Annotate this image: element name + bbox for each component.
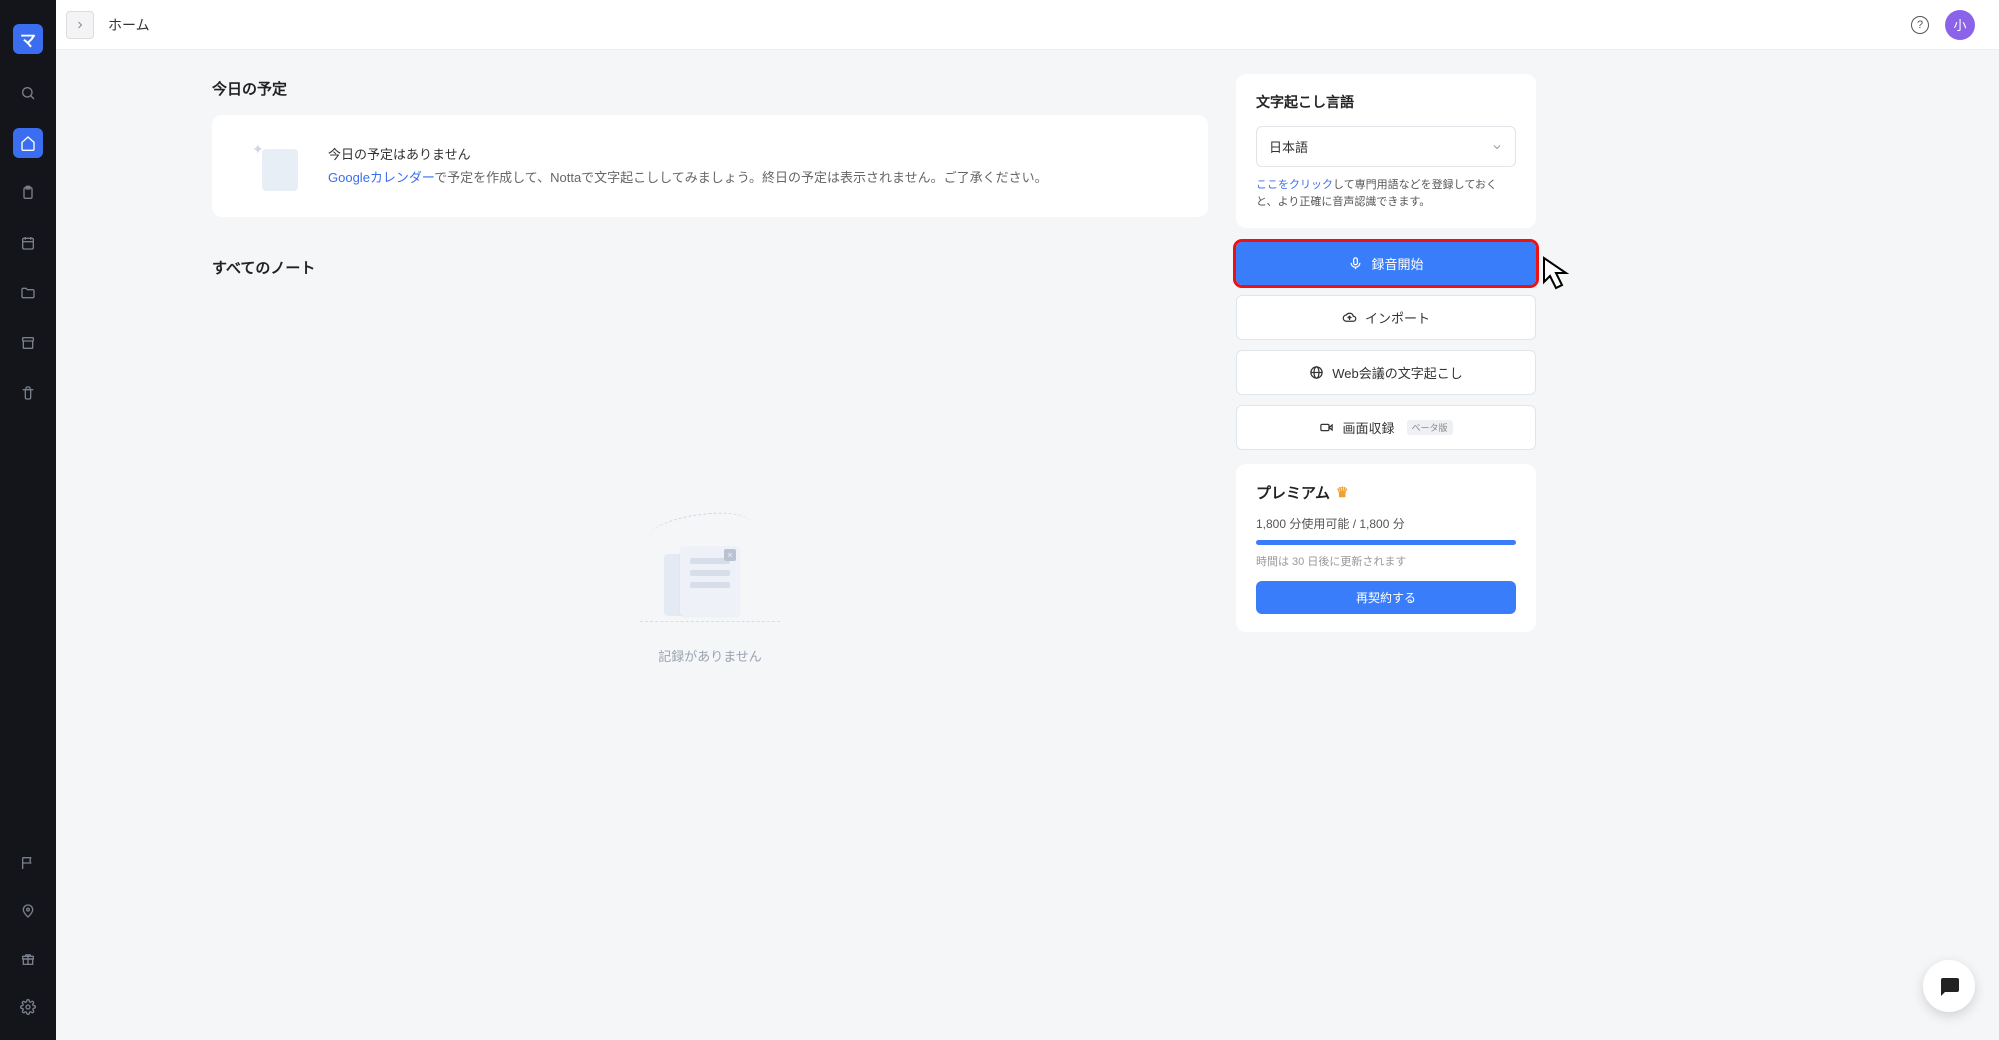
avatar[interactable]: 小	[1945, 10, 1975, 40]
screen-record-button[interactable]: 画面収録 ベータ版	[1236, 405, 1536, 450]
right-panel: 文字起こし言語 日本語 ここをクリックして専門用語などを登録しておくと、より正確…	[1236, 50, 1556, 1040]
premium-card: プレミアム ♛ 1,800 分使用可能 / 1,800 分 時間は 30 日後に…	[1236, 464, 1536, 632]
sidebar-nav-bottom	[13, 848, 43, 1040]
home-icon[interactable]	[13, 128, 43, 158]
start-recording-label: 録音開始	[1371, 254, 1423, 273]
schedule-text: 今日の予定はありません Googleカレンダーで予定を作成して、Nottaで文字…	[328, 143, 1048, 190]
gear-icon[interactable]	[13, 992, 43, 1022]
schedule-empty-line1: 今日の予定はありません	[328, 143, 1048, 166]
premium-title: プレミアム ♛	[1256, 482, 1516, 503]
chat-fab[interactable]	[1923, 960, 1975, 1012]
flag-icon[interactable]	[13, 848, 43, 878]
selected-language: 日本語	[1269, 137, 1308, 156]
crown-icon: ♛	[1336, 484, 1349, 501]
collapse-button[interactable]	[66, 11, 94, 39]
cursor-pointer-annotation	[1536, 250, 1584, 298]
chevron-down-icon	[1491, 141, 1503, 153]
renew-button[interactable]: 再契約する	[1256, 581, 1516, 614]
folder-icon[interactable]	[13, 278, 43, 308]
google-calendar-link[interactable]: Googleカレンダー	[328, 170, 434, 185]
main-column: 今日の予定 ✦ 今日の予定はありません Googleカレンダーで予定を作成して、…	[56, 50, 1236, 1040]
archive-icon[interactable]	[13, 328, 43, 358]
usage-note: 時間は 30 日後に更新されます	[1256, 553, 1516, 569]
start-recording-button[interactable]: 録音開始	[1236, 242, 1536, 285]
schedule-card: ✦ 今日の予定はありません Googleカレンダーで予定を作成して、Nottaで…	[212, 115, 1208, 217]
schedule-line2-rest: で予定を作成して、Nottaで文字起こししてみましょう。終日の予定は表示されませ…	[434, 170, 1047, 185]
screen-record-label: 画面収録	[1342, 418, 1394, 437]
usage-progress-bar	[1256, 540, 1516, 545]
main-wrapper: ホーム ? 小 今日の予定 ✦ 今日の予定はありません Googleカレンダーで…	[56, 0, 1999, 1040]
trash-icon[interactable]	[13, 378, 43, 408]
help-icon[interactable]: ?	[1911, 16, 1929, 34]
web-meeting-label: Web会議の文字起こし	[1332, 363, 1463, 382]
location-icon[interactable]	[13, 896, 43, 926]
sidebar-nav-top	[13, 78, 43, 848]
custom-dictionary-link[interactable]: ここをクリック	[1256, 179, 1333, 191]
search-icon[interactable]	[13, 78, 43, 108]
transcribe-language-card: 文字起こし言語 日本語 ここをクリックして専門用語などを登録しておくと、より正確…	[1236, 74, 1536, 228]
mic-icon	[1348, 256, 1363, 271]
upload-cloud-icon	[1342, 310, 1357, 325]
app-logo[interactable]: マ	[13, 24, 43, 54]
globe-icon	[1309, 365, 1324, 380]
notes-empty-text: 記録がありません	[658, 646, 762, 665]
header: ホーム ? 小	[56, 0, 1999, 50]
video-icon	[1319, 420, 1334, 435]
transcribe-card-title: 文字起こし言語	[1256, 92, 1516, 112]
content-area: 今日の予定 ✦ 今日の予定はありません Googleカレンダーで予定を作成して、…	[56, 50, 1999, 1040]
language-hint: ここをクリックして専門用語などを登録しておくと、より正確に音声認識できます。	[1256, 177, 1516, 210]
import-label: インポート	[1365, 308, 1430, 327]
clipboard-icon[interactable]	[13, 178, 43, 208]
gift-icon[interactable]	[13, 944, 43, 974]
calendar-icon[interactable]	[13, 228, 43, 258]
page-title: ホーム	[108, 15, 150, 35]
schedule-section-title: 今日の予定	[212, 78, 1208, 99]
language-select[interactable]: 日本語	[1256, 126, 1516, 167]
action-buttons: 録音開始 インポート Web会議の文字起こし 画面収録	[1236, 242, 1536, 450]
premium-title-text: プレミアム	[1256, 482, 1330, 503]
notes-empty-state: × 記録がありません	[212, 296, 1208, 665]
left-sidebar: マ	[0, 0, 56, 1040]
notes-empty-illustration: ×	[640, 496, 780, 616]
usage-text: 1,800 分使用可能 / 1,800 分	[1256, 515, 1516, 532]
chat-icon	[1937, 974, 1961, 998]
notes-section-title: すべてのノート	[212, 257, 1208, 278]
schedule-empty-illustration: ✦	[248, 141, 308, 191]
web-meeting-button[interactable]: Web会議の文字起こし	[1236, 350, 1536, 395]
import-button[interactable]: インポート	[1236, 295, 1536, 340]
beta-badge: ベータ版	[1407, 420, 1453, 435]
